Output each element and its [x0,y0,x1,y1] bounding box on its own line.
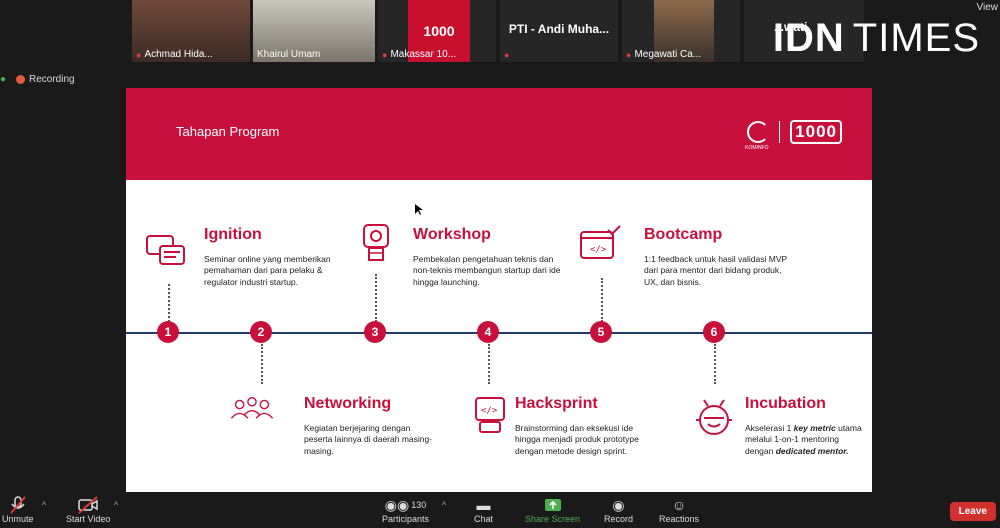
timeline-line [126,332,872,334]
step-title-bootcamp: Bootcamp [644,226,723,243]
mic-muted-icon: ● [626,49,632,60]
unmute-label: Unmute [2,514,34,524]
step-desc-incubation: Akselerasi 1 key metric utama melalui 1-… [745,423,862,456]
reactions-label: Reactions [659,514,700,524]
chat-bubbles-icon [146,235,185,265]
step-desc-workshop: Pembekalan pengetahuan teknis dan non-te… [413,254,561,287]
step-number: 4 [477,321,499,343]
chat-icon: ▬ [476,497,491,513]
step-number: 2 [250,321,272,343]
svg-text:</>: </> [481,406,498,416]
share-screen-button[interactable]: Share Screen [525,496,580,524]
step-title-networking: Networking [304,395,392,412]
record-icon: ◉ [612,496,625,513]
browser-code-check-icon: </> [580,225,621,259]
kominfo-logo-icon [747,121,770,143]
lightbulb-icon [363,224,389,261]
emoji-icon: ☺ [671,497,687,513]
step-desc-bootcamp: 1:1 feedback untuk hasil validasi MVP da… [644,254,788,287]
people-network-icon [230,396,274,419]
participants-count: 130 [411,500,427,510]
shared-screen-slide: Tahapan Program KOMINFO 1000 1 2 3 4 5 6 [126,88,872,492]
participants-icon: ◉◉ [384,496,410,513]
recording-indicator[interactable]: Recording [16,74,75,85]
step-title-workshop: Workshop [413,226,491,243]
microphone-muted-icon [9,496,26,514]
step-number: 3 [364,321,386,343]
reactions-button[interactable]: ☺ Reactions [659,496,699,524]
incubator-robot-icon [696,399,732,435]
leave-button[interactable]: Leave [949,502,996,521]
record-label: Record [604,514,634,524]
slide-title: Tahapan Program [176,124,280,139]
recording-icon [16,75,25,84]
start-video-label: Start Video [66,514,111,524]
participant-tile-active-speaker[interactable]: Khairul Umam [253,0,375,62]
mic-muted-icon: ● [382,49,388,60]
step-number: 1 [157,321,179,343]
view-button[interactable]: View [977,2,999,13]
unmute-button[interactable]: Unmute [2,496,34,524]
zoom-meeting-window: ● Achmad Hida... Khairul Umam 1000 ● Makas… [0,0,1000,528]
step-number: 5 [590,321,612,343]
mouse-cursor-icon [415,204,423,215]
participants-label: Participants [382,514,430,524]
slide-logo: KOMINFO 1000 [745,120,842,151]
participant-tile[interactable]: PTI - Andi Muha... ● [500,0,618,62]
participant-name: Makassar 10... [390,49,457,60]
participant-name: Megawati Ca... [634,49,702,60]
step-desc-hacksprint: Brainstorming dan eksekusi ide hingga me… [515,423,639,456]
recording-label: Recording [29,74,75,85]
monitor-code-icon: </> [475,397,505,433]
step-title-ignition: Ignition [204,226,262,243]
participant-strip: ● Achmad Hida... Khairul Umam 1000 ● Makas… [0,0,1000,66]
participants-options-caret-icon[interactable]: ^ [442,500,446,510]
step-desc-networking: Kegiatan berjejaring dengan peserta lain… [304,423,433,456]
participant-tile[interactable]: 1000 ● Makassar 10... [378,0,496,62]
participant-tile[interactable]: ● Megawati Ca... [622,0,740,62]
participants-button[interactable]: ◉◉ 130 Participants [382,496,430,525]
slide-header: Tahapan Program KOMINFO 1000 [126,88,872,180]
svg-text:</>: </> [590,245,607,255]
participant-tile[interactable]: ● Achmad Hida... [132,0,250,62]
share-screen-label: Share Screen [525,514,581,524]
mic-muted-icon: ● [504,50,510,60]
start-video-button[interactable]: Start Video [66,496,110,524]
participant-name: Achmad Hida... [144,49,213,60]
participant-name-large: PTI - Andi Muha... [508,22,610,36]
record-button[interactable]: ◉ Record [604,496,634,525]
chat-label: Chat [474,514,494,524]
participant-name: Khairul Umam [257,49,321,60]
chat-button[interactable]: ▬ Chat [474,496,493,524]
meeting-toolbar: Unmute ^ Start Video ^ ◉◉ 130 Participant… [0,492,1000,528]
step-title-incubation: Incubation [745,395,826,412]
step-desc-ignition: Seminar online yang memberikan pemahaman… [204,254,331,287]
step-number: 6 [703,321,725,343]
security-shield-icon[interactable]: ● [0,74,6,85]
step-title-hacksprint: Hacksprint [515,395,598,412]
video-camera-off-icon [77,496,99,514]
1000-startup-logo: 1000 [790,120,842,144]
share-screen-icon [544,496,562,514]
mic-muted-icon: ● [136,49,142,60]
watermark-logo: IDN TIMES [772,16,980,60]
audio-options-caret-icon[interactable]: ^ [42,500,46,510]
video-options-caret-icon[interactable]: ^ [114,500,118,510]
